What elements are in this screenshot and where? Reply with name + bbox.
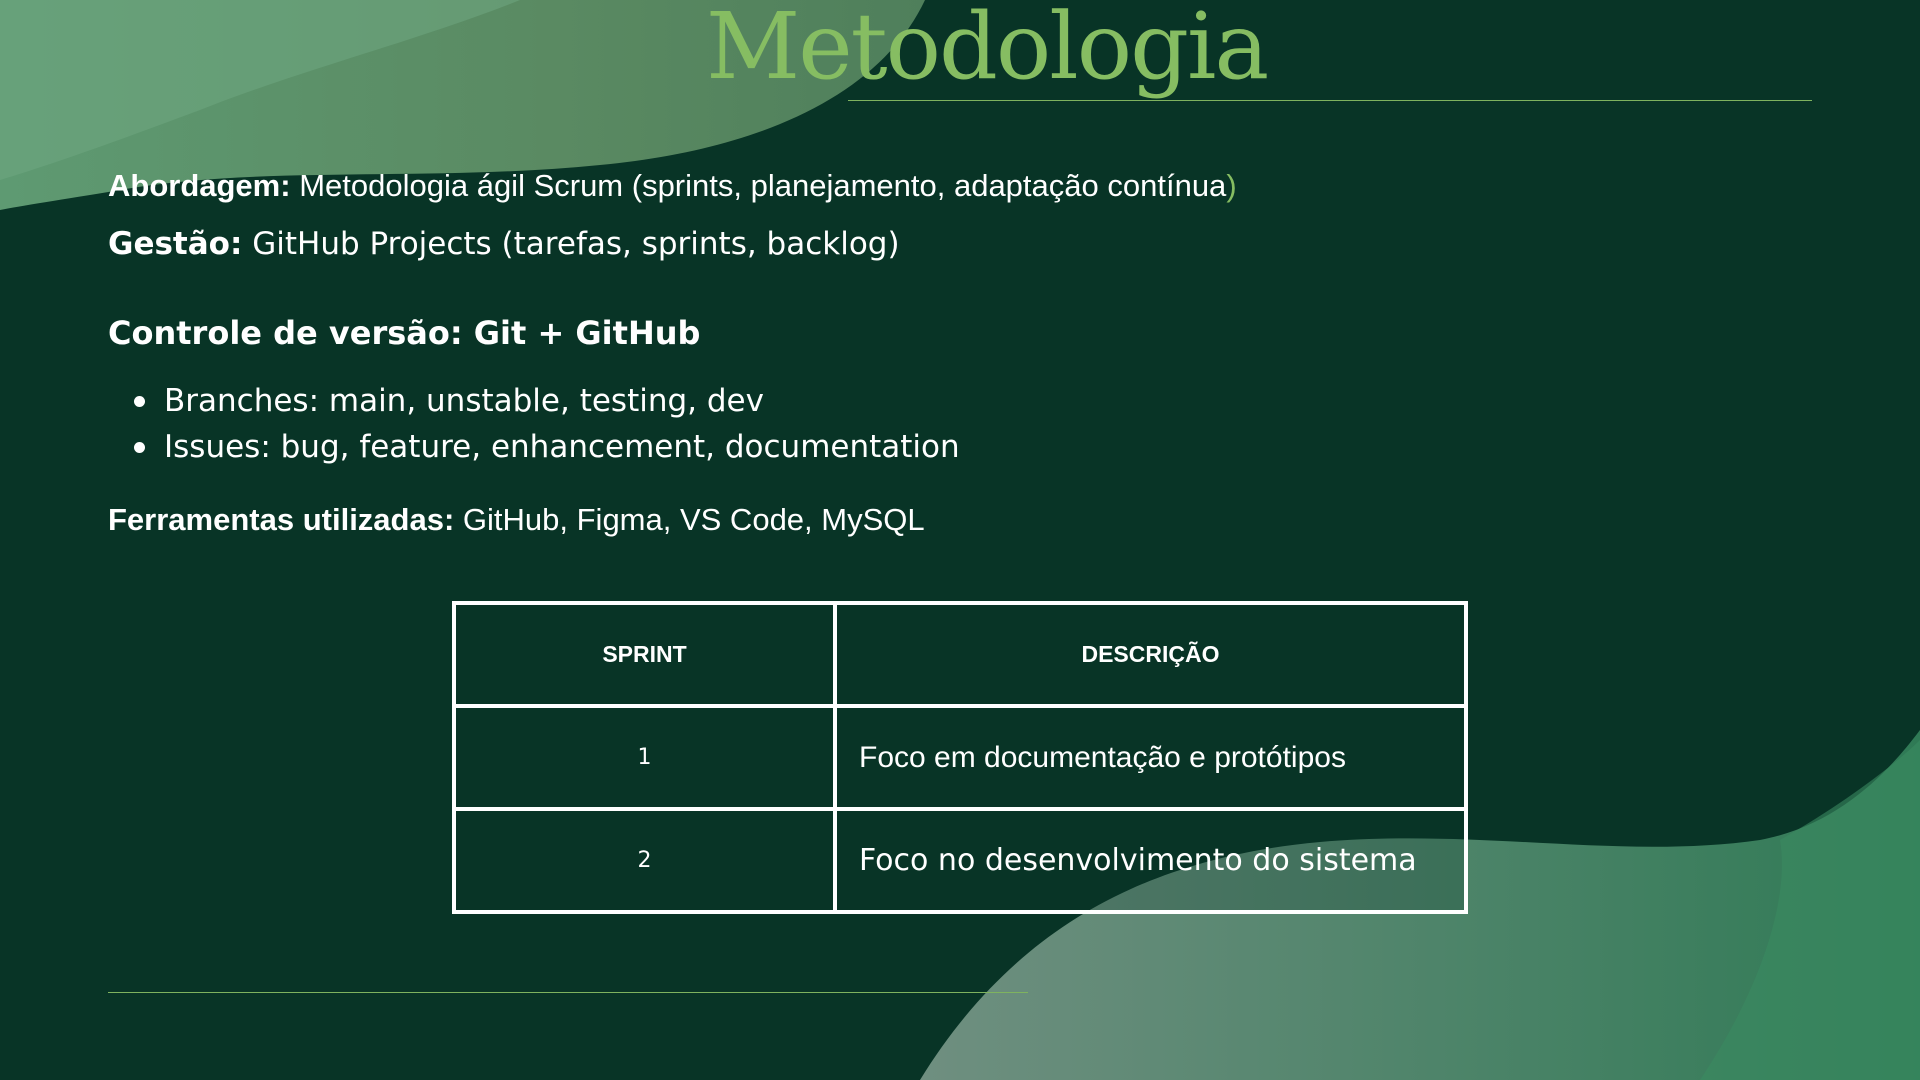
bullet-icon bbox=[134, 396, 145, 407]
page-title: Metodologia bbox=[706, 0, 1269, 100]
sprint-number: 2 bbox=[452, 807, 837, 914]
version-control-heading: Controle de versão: Git + GitHub bbox=[108, 314, 701, 352]
ferramentas-line: Ferramentas utilizadas: GitHub, Figma, V… bbox=[108, 502, 925, 538]
list-item-text: Branches: main, unstable, testing, dev bbox=[164, 383, 764, 419]
bullet-icon bbox=[134, 442, 145, 453]
table-row: 1 Foco em documentação e protótipos bbox=[452, 704, 1468, 811]
list-item-text: Issues: bug, feature, enhancement, docum… bbox=[164, 429, 960, 465]
abordagem-label: Abordagem: bbox=[108, 168, 291, 203]
gestao-line: Gestão: GitHub Projects (tarefas, sprint… bbox=[108, 226, 900, 262]
bottom-divider bbox=[108, 992, 1028, 993]
version-control-list: Branches: main, unstable, testing, dev I… bbox=[108, 378, 960, 470]
list-item: Branches: main, unstable, testing, dev bbox=[108, 378, 960, 424]
header-sprint: SPRINT bbox=[452, 601, 837, 708]
sprint-table: SPRINT DESCRIÇÃO 1 Foco em documentação … bbox=[452, 601, 1468, 914]
background-waves bbox=[0, 0, 1920, 1080]
sprint-number: 1 bbox=[452, 704, 837, 811]
header-descricao: DESCRIÇÃO bbox=[833, 601, 1468, 708]
title-divider bbox=[848, 100, 1812, 101]
table-row: 2 Foco no desenvolvimento do sistema bbox=[452, 807, 1468, 914]
table-header-row: SPRINT DESCRIÇÃO bbox=[452, 601, 1468, 708]
abordagem-text: Metodologia ágil Scrum (sprints, planeja… bbox=[290, 168, 1227, 203]
abordagem-closing: ) bbox=[1226, 168, 1237, 203]
gestao-label: Gestão: bbox=[108, 226, 243, 262]
list-item: Issues: bug, feature, enhancement, docum… bbox=[108, 424, 960, 470]
ferramentas-label: Ferramentas utilizadas: bbox=[108, 502, 455, 537]
sprint-description: Foco no desenvolvimento do sistema bbox=[833, 807, 1468, 914]
ferramentas-text: GitHub, Figma, VS Code, MySQL bbox=[454, 502, 925, 537]
sprint-description: Foco em documentação e protótipos bbox=[833, 704, 1468, 811]
abordagem-line: Abordagem: Metodologia ágil Scrum (sprin… bbox=[108, 168, 1237, 204]
gestao-text: GitHub Projects (tarefas, sprints, backl… bbox=[242, 226, 900, 262]
